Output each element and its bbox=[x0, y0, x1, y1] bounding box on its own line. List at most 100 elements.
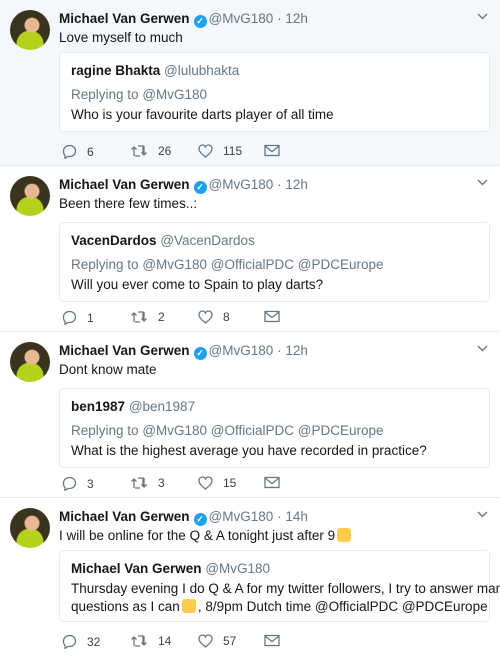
heart-icon bbox=[198, 476, 213, 490]
quoted-author-handle: @MvG180 bbox=[205, 561, 271, 576]
quoted-author-handle: @ben1987 bbox=[128, 399, 196, 414]
reply-count: 32 bbox=[87, 634, 101, 649]
tweet-feed: Michael Van Gerwen ✓ @MvG180 · 12h Love my… bbox=[0, 0, 500, 658]
reply-button[interactable]: 1 bbox=[62, 310, 94, 325]
quoted-text-line-1: Thursday evening I do Q & A for my twitt… bbox=[71, 581, 500, 596]
tweet-text: Dont know mate bbox=[59, 362, 157, 377]
replying-label: Replying to bbox=[71, 87, 139, 102]
tweet[interactable]: Michael Van Gerwen ✓ @MvG180 · 12h Love my… bbox=[0, 0, 500, 166]
like-button[interactable]: 8 bbox=[198, 310, 230, 324]
timestamp[interactable]: 12h bbox=[285, 11, 308, 26]
verified-badge-icon: ✓ bbox=[193, 347, 207, 360]
reply-button[interactable]: 32 bbox=[62, 634, 100, 649]
direct-message-button[interactable] bbox=[264, 144, 280, 157]
retweet-button[interactable]: 14 bbox=[130, 634, 171, 648]
like-count: 15 bbox=[223, 476, 237, 490]
envelope-icon bbox=[264, 144, 280, 157]
retweet-icon bbox=[131, 635, 147, 647]
reply-icon bbox=[62, 144, 77, 159]
author-name[interactable]: Michael Van Gerwen bbox=[59, 343, 190, 358]
quoted-tweet[interactable]: Michael Van Gerwen @MvG180 Thursday even… bbox=[59, 550, 500, 622]
envelope-icon bbox=[264, 476, 280, 489]
replying-label: Replying to bbox=[71, 257, 139, 272]
separator: · bbox=[277, 11, 282, 26]
author-name[interactable]: Michael Van Gerwen bbox=[59, 509, 190, 524]
verified-badge-icon: ✓ bbox=[193, 15, 207, 28]
direct-message-button[interactable] bbox=[264, 310, 280, 323]
replying-to-handles[interactable]: @MvG180 bbox=[142, 87, 207, 102]
author-handle[interactable]: @MvG180 bbox=[209, 343, 274, 358]
retweet-button[interactable]: 2 bbox=[130, 310, 165, 324]
chevron-down-icon[interactable] bbox=[477, 509, 488, 520]
tweet-header: Michael Van Gerwen ✓ @MvG180 · 12h bbox=[59, 177, 308, 194]
direct-message-button[interactable] bbox=[264, 476, 280, 489]
timestamp[interactable]: 14h bbox=[285, 509, 308, 524]
replying-to: Replying to @MvG180 bbox=[71, 87, 207, 102]
retweet-count: 3 bbox=[158, 476, 165, 490]
quoted-author-handle: @VacenDardos bbox=[160, 233, 255, 248]
verified-badge-icon: ✓ bbox=[193, 181, 207, 194]
tweet-text: Been there few times..: bbox=[59, 196, 198, 211]
direct-message-button[interactable] bbox=[264, 634, 280, 647]
replying-label: Replying to bbox=[71, 423, 139, 438]
retweet-icon bbox=[131, 477, 147, 489]
separator: · bbox=[277, 177, 282, 192]
author-handle[interactable]: @MvG180 bbox=[209, 177, 274, 192]
chevron-down-icon[interactable] bbox=[477, 343, 488, 354]
quoted-tweet[interactable]: ben1987 @ben1987 Replying to @MvG180 @Of… bbox=[59, 388, 490, 468]
author-handle[interactable]: @MvG180 bbox=[209, 11, 274, 26]
replying-to-handles[interactable]: @MvG180 @OfficialPDC @PDCEurope bbox=[142, 257, 383, 272]
timestamp[interactable]: 12h bbox=[285, 177, 308, 192]
heart-icon bbox=[198, 144, 213, 158]
retweet-icon bbox=[131, 311, 147, 323]
reply-icon bbox=[62, 476, 77, 491]
tweet-text: Love myself to much bbox=[59, 30, 183, 45]
tweet[interactable]: Michael Van Gerwen ✓ @MvG180 · 14h I will … bbox=[0, 498, 500, 658]
heart-icon bbox=[198, 634, 213, 648]
separator: · bbox=[277, 343, 282, 358]
reply-count: 3 bbox=[87, 476, 94, 491]
like-button[interactable]: 57 bbox=[198, 634, 236, 648]
retweet-button[interactable]: 26 bbox=[130, 144, 171, 158]
quoted-text: Will you ever come to Spain to play dart… bbox=[71, 277, 324, 292]
quoted-text-line-2: questions as I can , 8/9pm Dutch time @Of… bbox=[71, 597, 488, 616]
author-handle[interactable]: @MvG180 bbox=[209, 509, 274, 524]
avatar[interactable] bbox=[10, 10, 50, 50]
avatar[interactable] bbox=[10, 342, 50, 382]
quoted-text-part: questions as I can bbox=[71, 599, 180, 614]
tweet[interactable]: Michael Van Gerwen ✓ @MvG180 · 12h Dont kn… bbox=[0, 332, 500, 498]
like-button[interactable]: 115 bbox=[198, 144, 242, 158]
quoted-author-name: VacenDardos bbox=[71, 233, 157, 248]
like-count: 115 bbox=[223, 144, 243, 158]
replying-to-handles[interactable]: @MvG180 @OfficialPDC @PDCEurope bbox=[142, 423, 383, 438]
quoted-author-name: ben1987 bbox=[71, 399, 126, 414]
reply-count: 1 bbox=[87, 310, 94, 325]
envelope-icon bbox=[264, 634, 280, 647]
envelope-icon bbox=[264, 310, 280, 323]
retweet-button[interactable]: 3 bbox=[130, 476, 165, 490]
reply-icon bbox=[62, 634, 77, 649]
heart-icon bbox=[198, 310, 213, 324]
replying-to: Replying to @MvG180 @OfficialPDC @PDCEur… bbox=[71, 423, 384, 438]
like-button[interactable]: 15 bbox=[198, 476, 236, 490]
chevron-down-icon[interactable] bbox=[477, 11, 488, 22]
quoted-tweet[interactable]: ragine Bhakta @lulubhakta Replying to @M… bbox=[59, 52, 490, 132]
reply-button[interactable]: 6 bbox=[62, 144, 94, 159]
retweet-count: 14 bbox=[158, 634, 172, 648]
author-name[interactable]: Michael Van Gerwen bbox=[59, 11, 190, 26]
quoted-text-part: , 8/9pm Dutch time @OfficialPDC @PDCEuro… bbox=[197, 599, 488, 614]
reply-button[interactable]: 3 bbox=[62, 476, 94, 491]
chevron-down-icon[interactable] bbox=[477, 177, 488, 188]
quoted-author-name: ragine Bhakta bbox=[71, 63, 161, 78]
author-name[interactable]: Michael Van Gerwen bbox=[59, 177, 190, 192]
avatar[interactable] bbox=[10, 508, 50, 548]
timestamp[interactable]: 12h bbox=[285, 343, 308, 358]
tweet-header: Michael Van Gerwen ✓ @MvG180 · 12h bbox=[59, 11, 308, 28]
avatar[interactable] bbox=[10, 176, 50, 216]
reply-icon bbox=[62, 310, 77, 325]
reply-count: 6 bbox=[87, 144, 94, 159]
tweet[interactable]: Michael Van Gerwen ✓ @MvG180 · 12h Been th… bbox=[0, 166, 500, 332]
tweet-text-content: I will be online for the Q & A tonight j… bbox=[59, 528, 336, 543]
quoted-tweet[interactable]: VacenDardos @VacenDardos Replying to @Mv… bbox=[59, 222, 490, 302]
tweet-header: Michael Van Gerwen ✓ @MvG180 · 14h bbox=[59, 509, 308, 526]
